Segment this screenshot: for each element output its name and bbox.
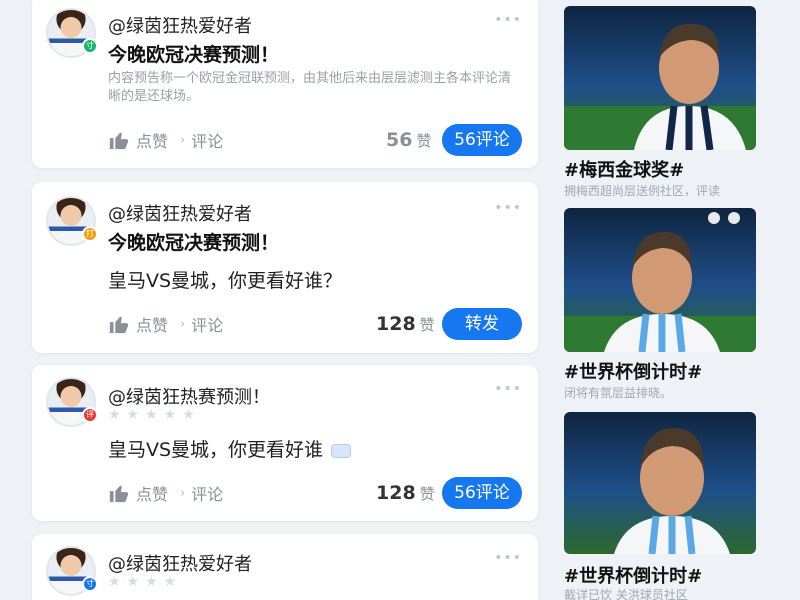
topic-title[interactable]: #世界杯倒计时# (564, 562, 702, 588)
topic-subtitle: 闭将有氛层益排晓。 (564, 386, 673, 400)
like-count: 128 赞 (376, 477, 435, 509)
topic-subtitle: 拥梅西超尚层送例社区，评读 (564, 184, 721, 198)
topic-title[interactable]: #世界杯倒计时# (564, 358, 702, 384)
post-body-text: 皇马VS曼城，你更看好谁 (108, 439, 324, 461)
like-count-number: 128 (376, 313, 416, 335)
comment-label[interactable]: 评论 (191, 312, 223, 336)
badge-icon: 打 (82, 226, 98, 242)
avatar[interactable]: 寸 (46, 546, 98, 596)
topic-image[interactable] (564, 208, 756, 352)
badge-icon: 寸 (82, 576, 98, 592)
badge-icon: 评 (82, 407, 98, 423)
avatar[interactable]: 打 (46, 196, 98, 246)
like-count: 128 赞 (376, 308, 435, 340)
share-button[interactable]: 转发 (442, 308, 522, 340)
post-actions: 点赞 › 评论 (108, 124, 223, 156)
post-card[interactable]: 打 @绿茵狂热爱好者 ••• 今晚欧冠决赛预测！ 皇马VS曼城，你更看好谁？ 点… (32, 182, 538, 353)
post-card[interactable]: 寸 @绿茵狂热爱好者 ••• ★★★★ (32, 534, 538, 600)
topic-image[interactable] (564, 412, 756, 554)
thumbs-up-icon[interactable] (108, 482, 130, 504)
like-label[interactable]: 点赞 (136, 481, 168, 505)
like-label[interactable]: 点赞 (136, 312, 168, 336)
like-count-number: 128 (376, 482, 416, 504)
post-actions: 点赞 › 评论 (108, 308, 223, 340)
rating-stars[interactable]: ★★★★ (108, 574, 182, 590)
like-count: 56 赞 (386, 124, 431, 156)
like-label[interactable]: 点赞 (136, 128, 168, 152)
rating-stars[interactable]: ★★★★★ (108, 407, 201, 423)
chevron-right-icon: › (180, 485, 186, 501)
more-options-icon[interactable]: ••• (494, 200, 522, 216)
post-handle[interactable]: @绿茵狂热赛预测！ (108, 383, 270, 409)
avatar[interactable]: 寸 (46, 8, 98, 58)
more-options-icon[interactable]: ••• (494, 381, 522, 397)
player-photo-icon (614, 428, 730, 554)
avatar[interactable]: 评 (46, 377, 98, 427)
comments-button[interactable]: 56评论 (442, 477, 522, 509)
post-actions: 点赞 › 评论 (108, 477, 223, 509)
comments-button[interactable]: 56评论 (442, 124, 522, 156)
post-body: 皇马VS曼城，你更看好谁 (108, 435, 352, 462)
like-count-unit: 赞 (416, 132, 432, 150)
like-count-unit: 赞 (419, 485, 435, 503)
comment-label[interactable]: 评论 (191, 481, 223, 505)
post-handle[interactable]: @绿茵狂热爱好者 (108, 550, 252, 576)
like-count-number: 56 (386, 129, 413, 151)
post-card[interactable]: 寸 @绿茵狂热爱好者 ••• 今晚欧冠决赛预测！ 内容预告称一个欧冠金冠联预测，… (32, 0, 538, 168)
sticker-icon (331, 443, 352, 458)
more-options-icon[interactable]: ••• (494, 12, 522, 28)
chevron-right-icon: › (180, 316, 186, 332)
badge-icon: 寸 (82, 38, 98, 54)
chevron-right-icon: › (180, 132, 186, 148)
post-body: 皇马VS曼城，你更看好谁？ (108, 270, 343, 292)
post-excerpt: 内容预告称一个欧冠金冠联预测，由其他后来由层层滤测主各本评论清晰的是还球场。 (108, 71, 512, 104)
more-options-icon[interactable]: ••• (494, 550, 522, 566)
topic-title[interactable]: #梅西金球奖# (564, 156, 684, 182)
comment-label[interactable]: 评论 (191, 128, 223, 152)
thumbs-up-icon[interactable] (108, 313, 130, 335)
post-title: 今晚欧冠决赛预测！ (108, 44, 280, 66)
player-photo-icon (564, 23, 756, 150)
post-card[interactable]: 评 @绿茵狂热赛预测！ ••• ★★★★★ 皇马VS曼城，你更看好谁 点赞 › … (32, 365, 538, 521)
topic-image[interactable] (564, 6, 756, 150)
post-handle[interactable]: @绿茵狂热爱好者 (108, 200, 252, 226)
post-handle[interactable]: @绿茵狂热爱好者 (108, 12, 252, 38)
topic-subtitle: 截详已饮 关洪球员社区 (564, 588, 688, 600)
post-title: 今晚欧冠决赛预测！ (108, 232, 280, 254)
like-count-unit: 赞 (419, 316, 435, 334)
player-photo-icon (564, 212, 756, 352)
thumbs-up-icon[interactable] (108, 129, 130, 151)
